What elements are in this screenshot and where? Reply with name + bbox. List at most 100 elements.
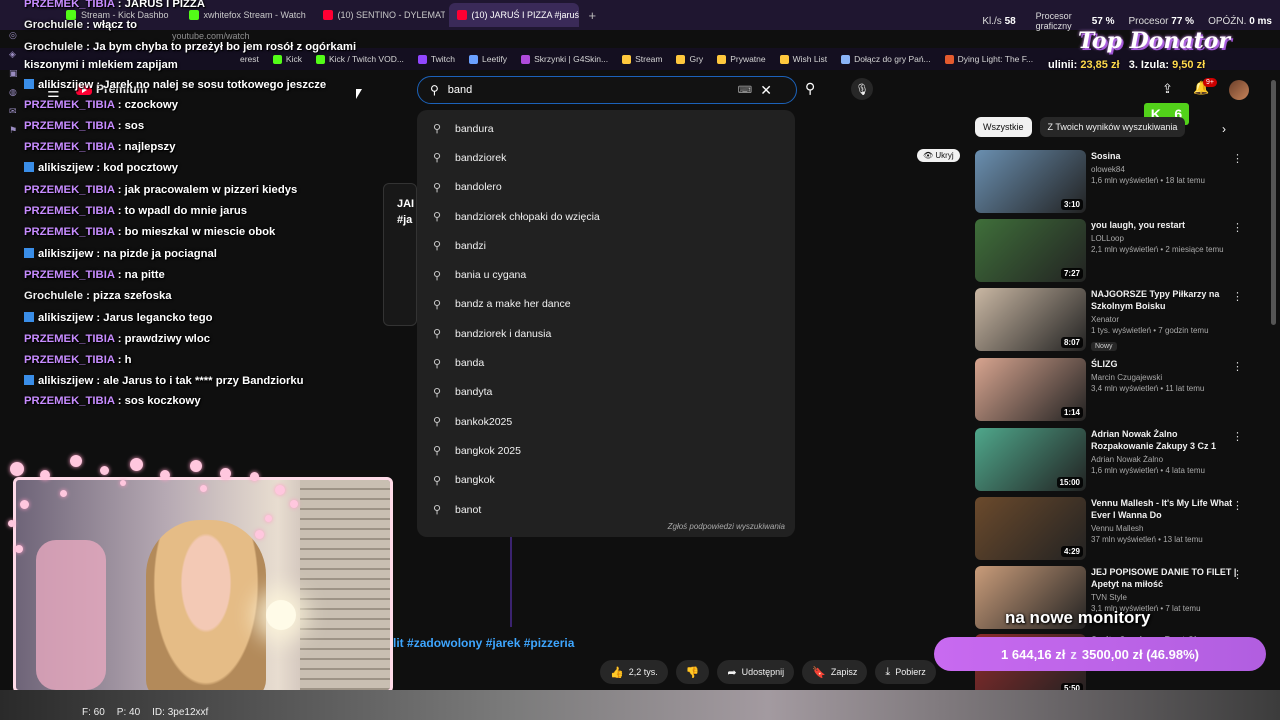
chat-message: Grochulele : włącz to (24, 15, 364, 36)
suggestion-item[interactable]: ⚲ bandziorek chłopaki do wzięcia (417, 202, 795, 231)
suggestion-item[interactable]: ⚲ bangkok (417, 466, 795, 495)
bookmark-item[interactable]: Stream (622, 54, 662, 64)
search-button[interactable]: ⚲ (805, 80, 815, 97)
suggestion-text: bandura (455, 122, 494, 135)
related-video-item[interactable]: 8:07 NAJGORSZE Typy Piłkarzy na Szkolnym … (975, 288, 1265, 352)
voice-search-button[interactable]: 🎙 (851, 78, 873, 100)
save-button[interactable]: 🔖 Zapisz (802, 660, 868, 684)
gaming-chair (36, 540, 106, 690)
video-title[interactable]: Adrian Nowak Żalno Rozpakowanie Zakupy 3… (1091, 428, 1239, 452)
side-icon[interactable]: ⚑ (9, 125, 18, 136)
bookmark-item[interactable]: Skrzynki | G4Skin... (521, 54, 608, 64)
like-button[interactable]: 👍 2,2 tys. (600, 660, 668, 684)
chat-badge-icon (24, 162, 34, 173)
suggestion-item[interactable]: ⚲ banot (417, 495, 795, 524)
bookmark-icon (676, 54, 686, 64)
related-video-item[interactable]: 1:14 ŚLIZG Marcin Czugajewski 3,4 mln wyświ… (975, 358, 1265, 422)
more-options-icon[interactable]: ⋮ (1232, 360, 1243, 373)
chip-all[interactable]: Wszystkie (975, 117, 1032, 137)
related-video-item[interactable]: 15:00 Adrian Nowak Żalno Rozpakowanie Zak… (975, 428, 1265, 492)
suggestion-item[interactable]: ⚲ bandziorek i danusia (417, 319, 795, 348)
suggestion-item[interactable]: ⚲ bandyta (417, 378, 795, 407)
bookmark-item[interactable]: Prywatne (717, 54, 766, 64)
search-box[interactable]: ⚲ ⌨ ✕ (417, 76, 797, 104)
clear-search-icon[interactable]: ✕ (760, 82, 772, 99)
side-icon[interactable]: ◍ (9, 87, 18, 98)
channel-name[interactable]: olowek84 (1091, 165, 1239, 174)
browser-tab[interactable]: (10) JARUŚ I PIZZA #jaruś (448, 3, 579, 27)
more-options-icon[interactable]: ⋮ (1232, 568, 1243, 581)
more-options-icon[interactable]: ⋮ (1232, 430, 1243, 443)
video-thumbnail[interactable]: 1:14 (975, 358, 1086, 421)
bookmark-item[interactable]: Twitch (417, 54, 455, 64)
share-button[interactable]: ➦ Udostępnij (717, 660, 795, 684)
video-title[interactable]: ŚLIZG (1091, 358, 1239, 370)
bookmark-item[interactable]: Gry (676, 54, 703, 64)
video-thumbnail[interactable]: 8:07 (975, 288, 1086, 351)
channel-name[interactable]: Xenator (1091, 315, 1239, 324)
channel-name[interactable]: Vennu Mallesh (1091, 524, 1239, 533)
suggestion-item[interactable]: ⚲ bandolero (417, 173, 795, 202)
suggestion-item[interactable]: ⚲ bandura (417, 114, 795, 143)
side-icon[interactable]: ◈ (9, 49, 18, 60)
more-options-icon[interactable]: ⋮ (1232, 499, 1243, 512)
video-thumbnail[interactable]: 4:29 (975, 497, 1086, 560)
chat-text: : bo mieszkal w miescie obok (117, 226, 276, 239)
related-video-item[interactable]: 7:27 you laugh, you restart LOLLoop 2,1 mln… (975, 219, 1265, 283)
video-thumbnail[interactable]: 7:27 (975, 219, 1086, 282)
suggestion-item[interactable]: ⚲ banda (417, 348, 795, 377)
latency-readout: OPÓŹN. 0 ms (1208, 15, 1272, 27)
bookmark-label: Leetify (482, 54, 508, 64)
avatar[interactable] (1229, 80, 1249, 100)
chevron-right-icon[interactable]: › (1222, 122, 1226, 136)
channel-name[interactable]: TVN Style (1091, 593, 1239, 602)
related-video-item[interactable]: 3:10 Sosina olowek84 1,6 mln wyświetleń • 1… (975, 150, 1265, 214)
suggestion-item[interactable]: ⚲ bandziorek (417, 143, 795, 172)
hide-button[interactable]: 👁 Ukryj (917, 149, 960, 162)
video-hashtags[interactable]: lit #zadowolony #jarek #pizzeria (393, 636, 574, 650)
side-icon[interactable]: ◎ (9, 30, 18, 41)
new-tab-button[interactable]: + (583, 8, 603, 23)
bookmark-item[interactable]: Dying Light: The F... (944, 54, 1033, 64)
channel-name[interactable]: Marcin Czugajewski (1091, 373, 1239, 382)
suggestion-item[interactable]: ⚲ bania u cygana (417, 260, 795, 289)
suggestion-text: bania u cygana (455, 269, 527, 282)
video-title[interactable]: Sosina (1091, 150, 1239, 162)
channel-name[interactable]: Adrian Nowak Żalno (1091, 455, 1239, 464)
video-preview-card[interactable]: JAI #ja (383, 183, 417, 326)
blossom-decoration (160, 470, 170, 480)
bookmark-item[interactable]: Wish List (779, 54, 827, 64)
more-options-icon[interactable]: ⋮ (1232, 290, 1243, 303)
channel-name[interactable]: LOLLoop (1091, 234, 1239, 243)
bookmark-item[interactable]: Leetify (469, 54, 507, 64)
video-title[interactable]: Vennu Mallesh - It's My Life What Ever I… (1091, 497, 1239, 521)
suggestion-item[interactable]: ⚲ bangkok 2025 (417, 436, 795, 465)
video-title[interactable]: JEJ POPISOWE DANIE TO FILET | Apetyt na … (1091, 566, 1239, 590)
video-info: Sosina olowek84 1,6 mln wyświetleń • 18 la… (1091, 150, 1239, 214)
thumbs-up-icon: 👍 (610, 666, 624, 679)
suggestion-item[interactable]: ⚲ bandz a make her dance (417, 290, 795, 319)
bookmark-item[interactable]: Dołącz do gry Pań... (841, 54, 931, 64)
more-options-icon[interactable]: ⋮ (1232, 152, 1243, 165)
side-icon[interactable]: ✉ (9, 106, 18, 117)
download-button[interactable]: ⤓ Pobierz (875, 660, 936, 684)
suggestion-item[interactable]: ⚲ bankok2025 (417, 407, 795, 436)
share-icon: ➦ (727, 666, 737, 679)
search-input[interactable] (447, 84, 738, 96)
thumbs-down-icon: 👎 (685, 666, 700, 679)
side-icon[interactable]: ▣ (9, 68, 18, 79)
video-title[interactable]: you laugh, you restart (1091, 219, 1239, 231)
video-thumbnail[interactable]: 3:10 (975, 150, 1086, 213)
related-video-item[interactable]: 4:29 Vennu Mallesh - It's My Life What Ev… (975, 497, 1265, 561)
webcam-feed (13, 477, 393, 693)
scrollbar[interactable] (1271, 80, 1276, 325)
suggestion-item[interactable]: ⚲ bandzi (417, 231, 795, 260)
keyboard-icon[interactable]: ⌨ (738, 85, 752, 96)
report-suggestions-link[interactable]: Zgłoś podpowiedzi wyszukiwania (668, 522, 785, 531)
dislike-button[interactable]: 👎 (675, 660, 710, 684)
more-options-icon[interactable]: ⋮ (1232, 221, 1243, 234)
chip-from-your-search[interactable]: Z Twoich wyników wyszukiwania (1039, 117, 1186, 137)
video-thumbnail[interactable]: 15:00 (975, 428, 1086, 491)
video-title[interactable]: NAJGORSZE Typy Piłkarzy na Szkolnym Bois… (1091, 288, 1239, 312)
create-icon[interactable]: ⇪ (1162, 81, 1173, 97)
